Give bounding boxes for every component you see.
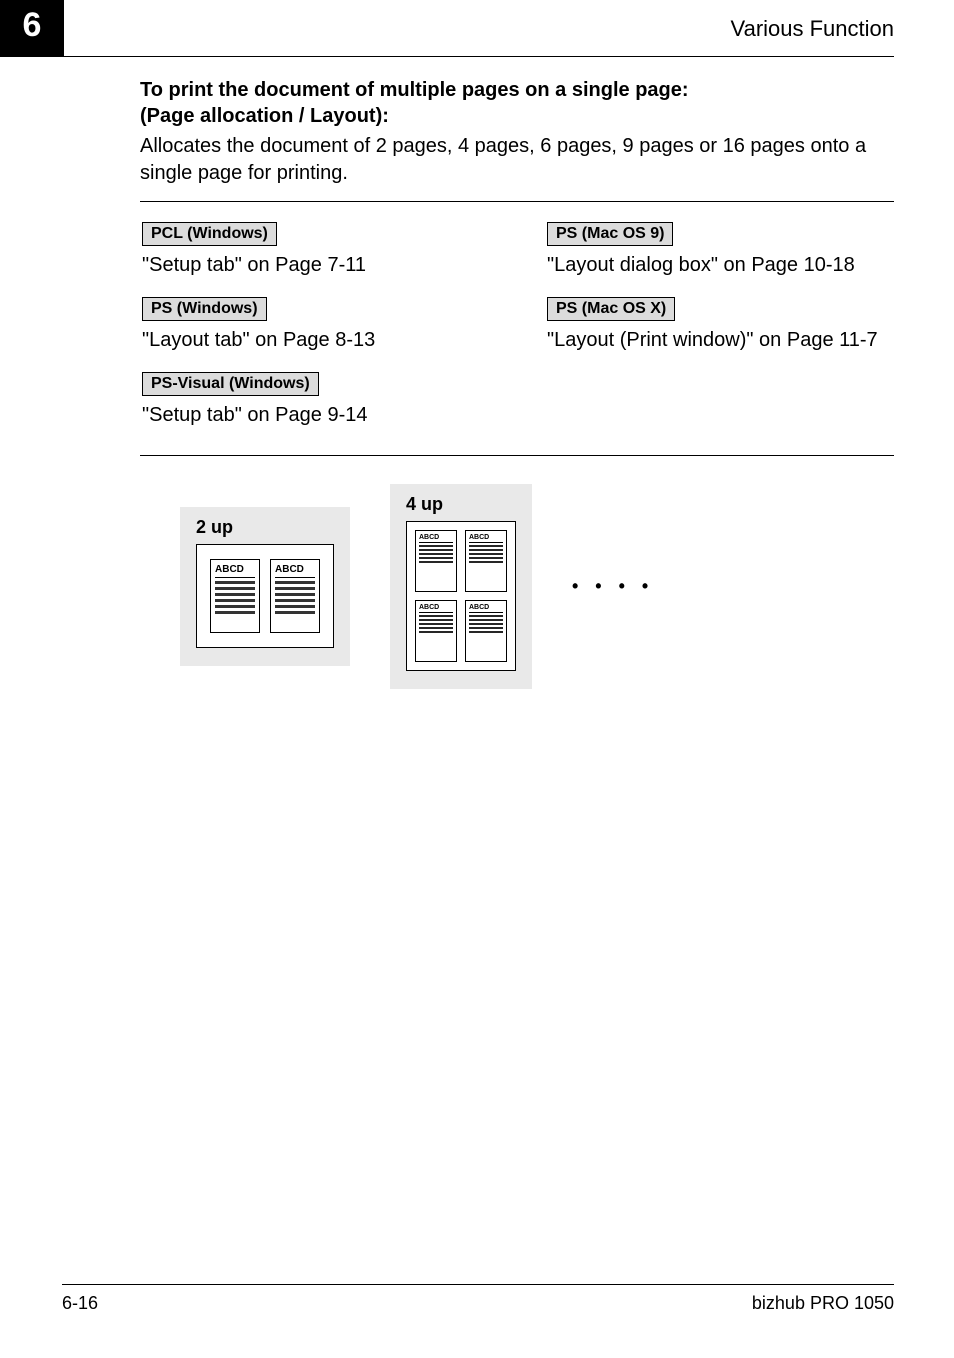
text-line-icon (215, 605, 255, 608)
mini-page: ABCD (270, 559, 320, 633)
reference-column-left: PCL (Windows) "Setup tab" on Page 7-11 P… (142, 216, 487, 441)
page-reference: "Setup tab" on Page 9-14 (142, 404, 487, 427)
text-line-icon (469, 627, 503, 629)
content-area: To print the document of multiple pages … (140, 77, 894, 689)
mini-page: ABCD (465, 600, 507, 662)
text-line-icon (419, 561, 453, 563)
driver-badge: PS-Visual (Windows) (142, 372, 319, 396)
section-heading-line1: To print the document of multiple pages … (140, 77, 894, 103)
text-line-icon (469, 549, 503, 551)
text-line-icon (275, 599, 315, 602)
text-line-icon (275, 611, 315, 614)
footer-product-name: bizhub PRO 1050 (752, 1293, 894, 1314)
four-up-card: 4 up ABCD ABCD ABCD ABCD (390, 484, 532, 689)
text-line-icon (469, 623, 503, 625)
text-line-icon (215, 581, 255, 584)
four-up-sheet: ABCD ABCD ABCD ABCD (406, 521, 516, 671)
reference-block: PCL (Windows) "Setup tab" on Page 7-11 P… (140, 201, 894, 456)
text-line-icon (275, 587, 315, 590)
layout-illustration-row: 2 up ABCD ABCD (180, 484, 894, 689)
mini-page-title: ABCD (215, 564, 255, 578)
text-line-icon (469, 561, 503, 563)
text-line-icon (419, 615, 453, 617)
page: 6 Various Function To print the document… (0, 0, 954, 1358)
driver-badge: PS (Mac OS X) (547, 297, 675, 321)
two-up-sheet: ABCD ABCD (196, 544, 334, 648)
text-line-icon (419, 631, 453, 633)
section-heading-line2: (Page allocation / Layout): (140, 103, 894, 129)
text-line-icon (419, 627, 453, 629)
text-line-icon (419, 557, 453, 559)
mini-page: ABCD (415, 530, 457, 592)
page-reference: "Layout (Print window)" on Page 11-7 (547, 329, 892, 352)
reference-column-right: PS (Mac OS 9) "Layout dialog box" on Pag… (547, 216, 892, 441)
page-header: 6 Various Function (0, 0, 894, 57)
text-line-icon (419, 549, 453, 551)
two-up-label: 2 up (196, 517, 334, 538)
driver-badge: PCL (Windows) (142, 222, 277, 246)
text-line-icon (469, 615, 503, 617)
text-line-icon (419, 553, 453, 555)
mini-page-title: ABCD (275, 564, 315, 578)
text-line-icon (275, 605, 315, 608)
text-line-icon (469, 545, 503, 547)
driver-badge: PS (Windows) (142, 297, 267, 321)
driver-badge: PS (Mac OS 9) (547, 222, 673, 246)
page-title: Various Function (731, 16, 894, 42)
page-reference: "Setup tab" on Page 7-11 (142, 254, 487, 277)
text-line-icon (469, 557, 503, 559)
text-line-icon (469, 631, 503, 633)
mini-page-title: ABCD (419, 604, 453, 613)
ellipsis-icon: • • • • (572, 576, 654, 597)
page-reference: "Layout dialog box" on Page 10-18 (547, 254, 892, 277)
reference-columns: PCL (Windows) "Setup tab" on Page 7-11 P… (142, 216, 892, 441)
text-line-icon (215, 599, 255, 602)
text-line-icon (275, 581, 315, 584)
text-line-icon (275, 593, 315, 596)
text-line-icon (469, 553, 503, 555)
mini-page-title: ABCD (469, 534, 503, 543)
text-line-icon (419, 623, 453, 625)
text-line-icon (215, 593, 255, 596)
text-line-icon (215, 611, 255, 614)
text-line-icon (419, 545, 453, 547)
section-body: Allocates the document of 2 pages, 4 pag… (140, 133, 894, 187)
mini-page-title: ABCD (419, 534, 453, 543)
four-up-label: 4 up (406, 494, 516, 515)
mini-page: ABCD (210, 559, 260, 633)
text-line-icon (419, 619, 453, 621)
chapter-number: 6 (0, 0, 64, 56)
text-line-icon (469, 619, 503, 621)
mini-page: ABCD (465, 530, 507, 592)
mini-page: ABCD (415, 600, 457, 662)
footer-page-number: 6-16 (62, 1293, 98, 1314)
page-reference: "Layout tab" on Page 8-13 (142, 329, 487, 352)
page-footer: 6-16 bizhub PRO 1050 (62, 1284, 894, 1314)
mini-page-title: ABCD (469, 604, 503, 613)
text-line-icon (215, 587, 255, 590)
two-up-card: 2 up ABCD ABCD (180, 507, 350, 666)
